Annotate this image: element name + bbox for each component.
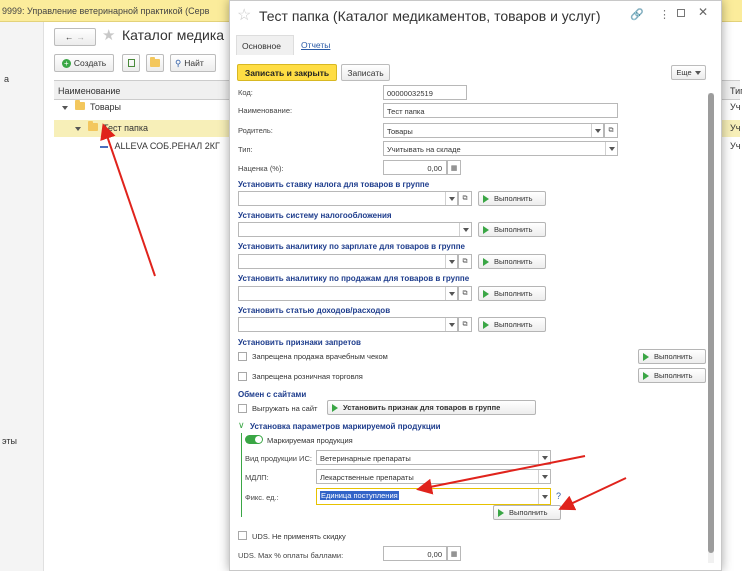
arrow-to-run-button xyxy=(558,477,627,511)
arrow-to-unit-field xyxy=(416,455,586,495)
annotation-arrows xyxy=(100,123,627,511)
arrow-to-folder xyxy=(100,123,156,277)
